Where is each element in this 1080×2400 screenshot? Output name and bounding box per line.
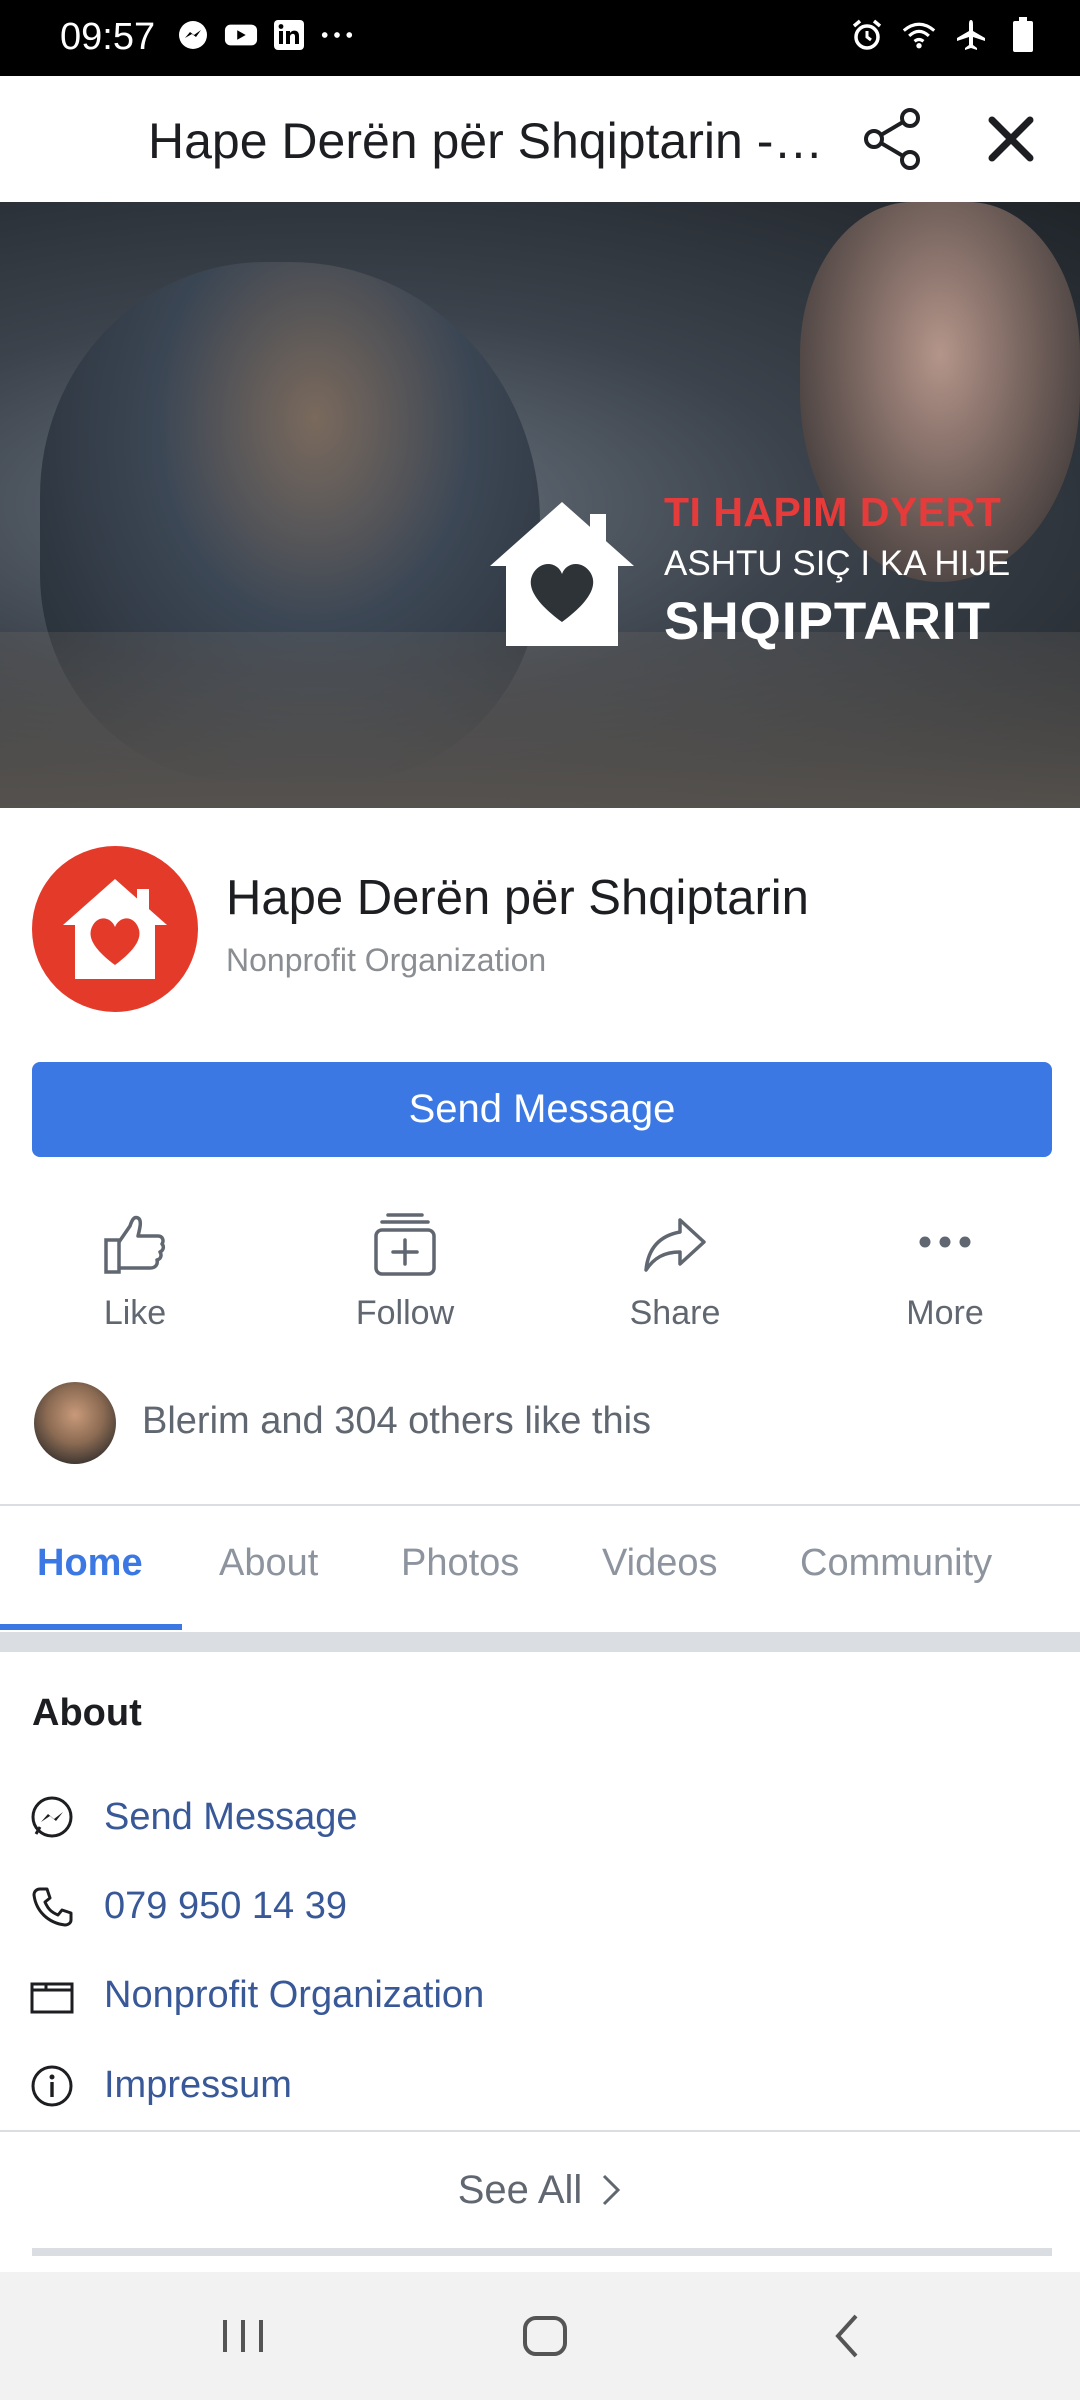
share-arrow-icon [644,1218,706,1272]
status-system-icons [850,17,1040,52]
like-button[interactable]: Like [35,1210,235,1340]
more-dots-icon [320,18,354,52]
see-all-label: See All [457,2167,583,2212]
house-heart-logo-icon [63,879,167,979]
page-profile-picture[interactable] [32,846,198,1012]
back-icon[interactable] [818,2306,878,2366]
battery-icon [1006,17,1040,52]
about-impressum[interactable]: Impressum [0,2050,1080,2120]
share-icon[interactable] [858,104,928,174]
status-time: 09:57 [60,16,156,58]
tab-about[interactable]: About [219,1542,318,1585]
thumbs-up-icon [104,1215,166,1274]
see-all-button[interactable]: See All [0,2132,1080,2248]
category-icon [30,1982,74,2014]
system-navigation-bar [0,2272,1080,2400]
status-notification-icons [176,18,354,52]
more-label: More [906,1294,984,1332]
recent-apps-icon[interactable] [213,2306,273,2366]
page-actions: Like Follow Share More [0,1210,1080,1340]
about-send-message-label: Send Message [104,1796,358,1838]
page-title: Hape Derën për Shqiptarin - Home | Faceb… [148,113,828,169]
airplane-icon [954,18,988,52]
share-label: Share [629,1294,721,1332]
chevron-right-icon [603,2174,621,2206]
about-category-label: Nonprofit Organization [104,1974,485,2016]
section-separator [0,1632,1080,1652]
more-button[interactable]: More [845,1210,1045,1340]
alarm-icon [850,18,884,52]
about-impressum-label: Impressum [104,2064,292,2106]
messenger-icon [176,18,210,52]
house-heart-logo-icon [482,494,642,654]
page-category[interactable]: Nonprofit Organization [226,942,546,979]
tab-community[interactable]: Community [800,1542,992,1585]
follow-icon [374,1213,436,1276]
send-message-button[interactable]: Send Message [32,1062,1052,1157]
like-label: Like [103,1294,167,1332]
section-separator [32,2248,1052,2256]
page-name: Hape Derën për Shqiptarin [226,871,809,925]
tab-home[interactable]: Home [37,1542,143,1585]
share-button[interactable]: Share [575,1210,775,1340]
about-category[interactable]: Nonprofit Organization [0,1960,1080,2030]
cover-photo[interactable]: TI HAPIM DYERT ASHTU SIÇ I KA HIJE SHQIP… [0,202,1080,808]
cover-slogan-line1: TI HAPIM DYERT [664,489,1002,535]
about-send-message[interactable]: Send Message [0,1782,1080,1852]
more-icon [919,1236,971,1248]
phone-icon [32,1887,73,1927]
likes-summary[interactable]: Blerim and 304 others like this [0,1380,1080,1472]
avatar [34,1382,116,1464]
tab-videos[interactable]: Videos [602,1542,718,1585]
page-tabs: Home About Photos Videos Community [0,1506,1080,1630]
youtube-icon [224,18,258,52]
linkedin-icon [272,18,306,52]
about-phone-label: 079 950 14 39 [104,1885,348,1927]
tab-photos[interactable]: Photos [401,1542,519,1585]
status-bar: 09:57 [0,0,1080,76]
wifi-icon [902,18,936,52]
cover-image-rubble [0,632,1080,808]
about-section-title: About [32,1692,142,1734]
close-icon[interactable] [980,108,1042,170]
cover-slogan-line3: SHQIPTARIT [664,592,992,651]
home-icon[interactable] [515,2306,575,2366]
active-tab-indicator [0,1624,182,1630]
follow-button[interactable]: Follow [305,1210,505,1340]
messenger-icon [31,1796,73,1838]
cover-slogan: TI HAPIM DYERT ASHTU SIÇ I KA HIJE SHQIP… [664,485,1064,655]
likes-text: Blerim and 304 others like this [142,1400,652,1442]
cover-slogan-line2: ASHTU SIÇ I KA HIJE [664,544,1011,583]
follow-label: Follow [355,1294,455,1332]
about-phone[interactable]: 079 950 14 39 [0,1871,1080,1941]
info-icon [31,2065,73,2107]
browser-header: Hape Derën për Shqiptarin - Home | Faceb… [0,76,1080,202]
